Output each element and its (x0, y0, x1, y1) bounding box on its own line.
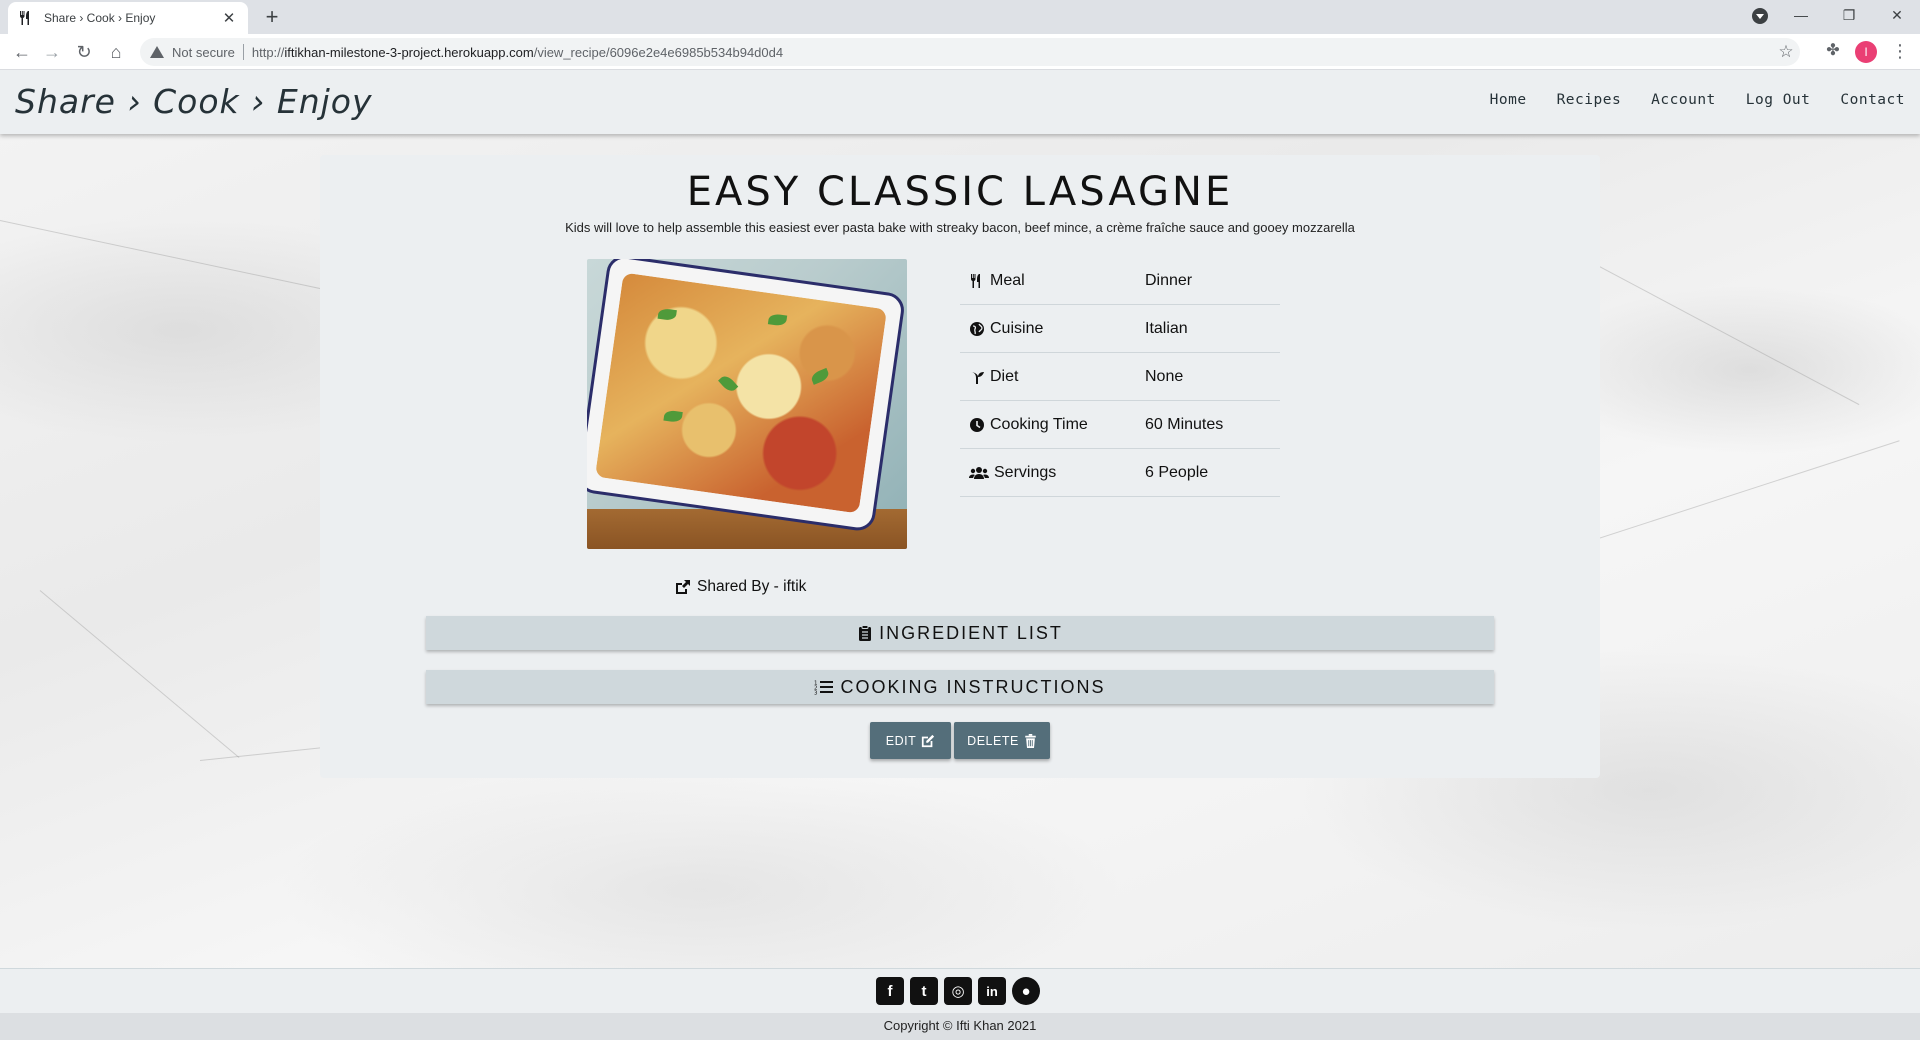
trash-icon (1025, 733, 1036, 748)
users-icon (969, 466, 989, 479)
nav-link-home[interactable]: Home (1490, 92, 1527, 108)
seedling-icon (970, 371, 984, 384)
utensils-icon (971, 273, 980, 288)
detail-value: Dinner (1145, 271, 1193, 289)
detail-value: 60 Minutes (1145, 415, 1224, 433)
svg-text:3: 3 (814, 691, 820, 696)
address-bar[interactable]: Not secure http://iftikhan-milestone-3-p… (140, 38, 1800, 66)
social-links: f t ◎ in ● (876, 977, 1040, 1005)
detail-label: Cooking Time (990, 415, 1088, 433)
browser-menu-icon[interactable]: ⋮ (1890, 40, 1910, 62)
detail-label: Meal (990, 271, 1025, 289)
bookmark-star-icon[interactable]: ☆ (1772, 38, 1800, 66)
restore-button[interactable]: ❐ (1826, 0, 1872, 30)
twitter-icon[interactable]: t (910, 977, 938, 1005)
detail-value: 6 People (1145, 463, 1209, 481)
shared-by-text: Shared By - iftik (697, 578, 807, 595)
nav-link-recipes[interactable]: Recipes (1557, 92, 1622, 108)
github-icon[interactable]: ● (1012, 977, 1040, 1005)
detail-label: Cuisine (990, 319, 1044, 337)
site-navbar: Share › Cook › Enjoy Home Recipes Accoun… (0, 70, 1920, 134)
tab-search-icon[interactable] (1752, 8, 1768, 24)
recipe-description: Kids will love to help assemble this eas… (565, 220, 1355, 235)
recipe-card: EASY CLASSIC LASAGNE Kids will love to h… (320, 155, 1600, 778)
warning-icon (150, 46, 164, 58)
recipe-title: EASY CLASSIC LASAGNE (686, 169, 1234, 215)
recipe-details-table: Meal Dinner Cuisine Italian Diet None Co… (960, 257, 1280, 497)
facebook-icon[interactable]: f (876, 977, 904, 1005)
edit-recipe-button[interactable]: EDIT (870, 722, 951, 759)
url-text: http://iftikhan-milestone-3-project.hero… (251, 44, 784, 60)
shared-by: Shared By - iftik (675, 578, 806, 596)
clock-icon (970, 417, 984, 432)
site-footer: f t ◎ in ● Copyright © Ifti Khan 2021 (0, 968, 1920, 1040)
ingredient-list-toggle[interactable]: INGREDIENT LIST (426, 616, 1494, 650)
edit-icon (922, 734, 935, 747)
utensils-icon (20, 11, 29, 25)
delete-recipe-button[interactable]: DELETE (954, 722, 1050, 759)
omnibox-divider (242, 44, 244, 60)
detail-row-cuisine: Cuisine Italian (960, 305, 1280, 353)
forward-icon[interactable]: → (40, 40, 64, 64)
back-icon[interactable]: ← (10, 40, 34, 64)
ingredient-list-label: INGREDIENT LIST (879, 622, 1063, 643)
browser-tabstrip: Share › Cook › Enjoy ✕ + — ❐ ✕ (0, 0, 1920, 34)
not-secure-label: Not secure (172, 44, 235, 60)
reload-icon[interactable]: ↻ (72, 40, 96, 64)
nav-link-account[interactable]: Account (1651, 92, 1716, 108)
detail-value: Italian (1145, 319, 1188, 337)
linkedin-icon[interactable]: in (978, 977, 1006, 1005)
detail-row-servings: Servings 6 People (960, 449, 1280, 497)
nav-link-contact[interactable]: Contact (1840, 92, 1905, 108)
page-viewport: Share › Cook › Enjoy Home Recipes Accoun… (0, 70, 1920, 1040)
tab-title: Share › Cook › Enjoy (44, 11, 156, 25)
detail-row-meal: Meal Dinner (960, 257, 1280, 305)
nav-links: Home Recipes Account Log Out Contact (1490, 92, 1905, 108)
copyright-text: Copyright © Ifti Khan 2021 (883, 1018, 1037, 1033)
cooking-instructions-toggle[interactable]: 123 COOKING INSTRUCTIONS (426, 670, 1494, 704)
nav-link-logout[interactable]: Log Out (1746, 92, 1811, 108)
tab-close-icon[interactable]: ✕ (220, 9, 238, 27)
site-brand-logo[interactable]: Share › Cook › Enjoy (15, 82, 373, 121)
profile-avatar[interactable]: I (1855, 41, 1877, 63)
home-icon[interactable]: ⌂ (104, 40, 128, 64)
close-window-button[interactable]: ✕ (1874, 0, 1920, 30)
marble-vein (39, 590, 240, 759)
browser-tab[interactable]: Share › Cook › Enjoy ✕ (8, 2, 248, 34)
detail-label: Diet (990, 367, 1019, 385)
cooking-instructions-label: COOKING INSTRUCTIONS (840, 676, 1106, 697)
globe-icon (970, 321, 984, 336)
share-square-icon (676, 580, 690, 594)
detail-row-diet: Diet None (960, 353, 1280, 401)
recipe-image (587, 259, 907, 549)
new-tab-button[interactable]: + (258, 4, 286, 32)
extensions-icon[interactable]: ✤ (1822, 40, 1844, 62)
clipboard-list-icon (859, 625, 872, 641)
minimize-button[interactable]: — (1778, 0, 1824, 30)
detail-row-cooking-time: Cooking Time 60 Minutes (960, 401, 1280, 449)
instagram-icon[interactable]: ◎ (944, 977, 972, 1005)
delete-label: DELETE (967, 733, 1019, 748)
edit-label: EDIT (885, 733, 917, 748)
detail-value: None (1145, 367, 1184, 385)
list-ol-icon: 123 (814, 681, 834, 696)
detail-label: Servings (994, 463, 1057, 481)
browser-toolbar: ← → ↻ ⌂ Not secure http://iftikhan-miles… (0, 34, 1920, 70)
recipe-actions: EDIT DELETE (870, 722, 1050, 759)
copyright-band: Copyright © Ifti Khan 2021 (0, 1013, 1920, 1040)
